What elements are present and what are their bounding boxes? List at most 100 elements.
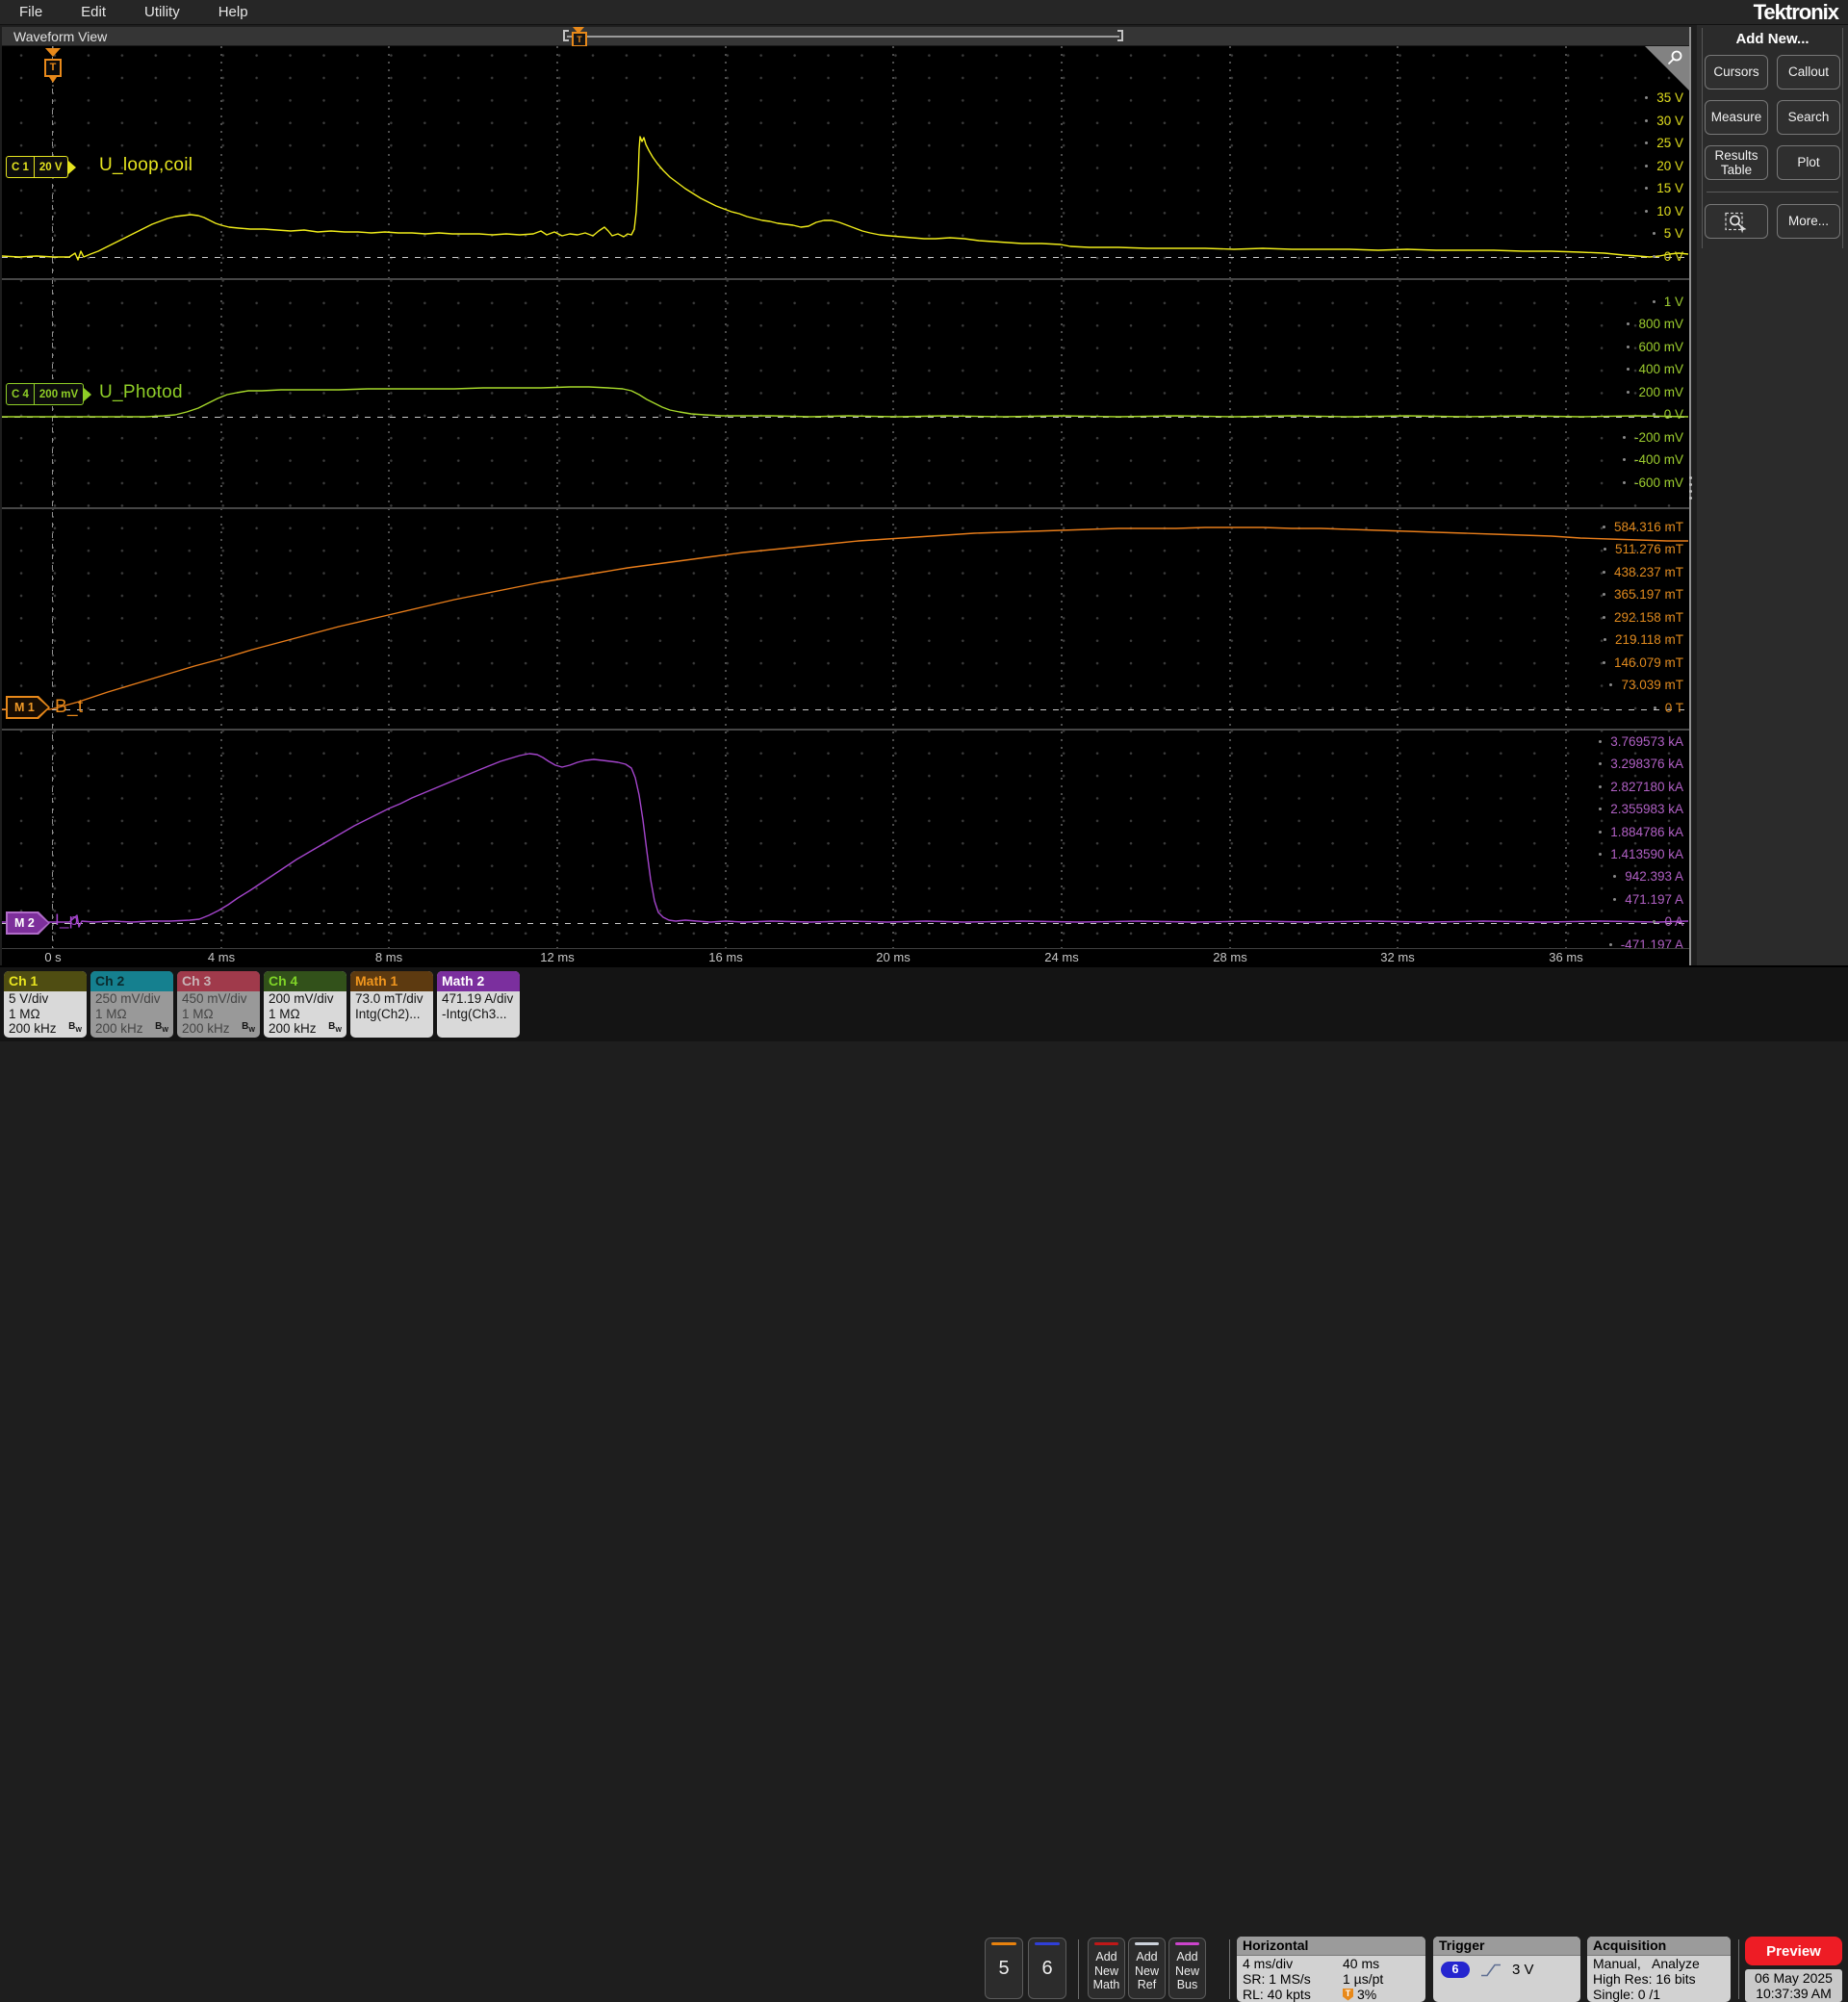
zoom-mode-button[interactable]	[1705, 204, 1768, 239]
sidebar: Add New... Cursors Callout Measure Search Re…	[1697, 25, 1848, 965]
math2-scale-label: 1.413590 kA	[1599, 847, 1683, 861]
ch4-scale-label: 1 V	[1652, 295, 1683, 309]
tick-dot	[1613, 898, 1617, 901]
scale-label-text: 471.197 A	[1625, 892, 1683, 907]
footer-separator	[1078, 1939, 1079, 1999]
tick-dot	[1627, 368, 1630, 371]
ch1-scale-label: 5 V	[1652, 226, 1683, 241]
menu-items: File Edit Utility Help	[19, 4, 248, 20]
bandwidth-limit-icon: BW	[155, 1021, 168, 1034]
scale-label-text: -400 mV	[1633, 452, 1683, 467]
c4-wave-label[interactable]: U_Photod	[99, 382, 183, 403]
scale-label-text: 30 V	[1656, 114, 1683, 128]
record-view-slider[interactable]: T	[563, 27, 1123, 47]
math2-scale-label: -471.197 A	[1608, 937, 1683, 948]
math1-scale-label: 438.237 mT	[1602, 565, 1683, 579]
scale-label-text: 35 V	[1656, 90, 1683, 105]
record-view-left-bracket	[563, 30, 569, 41]
bandwidth-limit-icon: BW	[242, 1021, 255, 1034]
add-new-bus-button[interactable]: Add New Bus	[1168, 1938, 1206, 1999]
channel-badge-c1[interactable]: C 1 20 V	[6, 156, 76, 178]
footer-badge-math1[interactable]: Math 1 73.0 mT/div Intg(Ch2)...	[350, 971, 433, 1038]
sidebar-button-measure[interactable]: Measure	[1705, 100, 1768, 135]
acq-single: Single: 0 /1	[1593, 1987, 1661, 2002]
footer-badge-math2[interactable]: Math 2 471.19 A/div -Intg(Ch3...	[437, 971, 520, 1038]
footer-badge-row: 1 MΩ	[182, 1006, 214, 1021]
footer-badge-name: Ch 3	[177, 971, 260, 991]
scale-label-text: 365.197 mT	[1613, 587, 1683, 602]
waveform-plot[interactable]: 35 V 30 V 25 V 20 V 15 V 10 V 5 V 0 V 1 V 800 mV 6…	[2, 46, 1689, 948]
math1-scale-label: 511.276 mT	[1603, 542, 1683, 556]
footer-badge-ch2[interactable]: Ch 2 250 mV/div 1 MΩ 200 kHz BW	[90, 971, 173, 1038]
scale-label-text: 3.769573 kA	[1610, 734, 1683, 749]
view-button-stripe	[1035, 1942, 1060, 1945]
sidebar-button-results-table[interactable]: Results Table	[1705, 145, 1768, 180]
datetime-display[interactable]: 06 May 2025 10:37:39 AM	[1745, 1969, 1842, 2002]
sidebar-button-cursors[interactable]: Cursors	[1705, 55, 1768, 90]
footer-badge-ch1[interactable]: Ch 15 V/div 1 MΩ 200 kHz BW	[4, 971, 87, 1038]
ch4-scale-label: 600 mV	[1627, 340, 1683, 354]
scale-label-text: 511.276 mT	[1614, 542, 1683, 556]
scale-label-text: -600 mV	[1633, 475, 1683, 490]
footer-separator	[1738, 1939, 1739, 1999]
add-new-panel: Add New... Cursors Callout Measure Search Re…	[1702, 28, 1843, 248]
acq-mode: Manual,	[1593, 1956, 1641, 1971]
preview-button[interactable]: Preview	[1745, 1937, 1842, 1965]
footer-badge-name: Math 1	[350, 971, 433, 991]
menu-edit[interactable]: Edit	[81, 4, 106, 20]
footer-badge-ch4[interactable]: Ch 4 200 mV/div 1 MΩ 200 kHz BW	[264, 971, 346, 1038]
add-new-ref-button[interactable]: Add New Ref	[1128, 1938, 1166, 1999]
scale-label-text: 146.079 mT	[1613, 655, 1683, 670]
footer-badge-row: 450 mV/div	[182, 991, 247, 1006]
c1-wave-label[interactable]: U_loop,coil	[99, 155, 192, 176]
x-axis-label: 20 ms	[876, 950, 911, 964]
tick-dot	[1645, 141, 1649, 144]
ch4-scale-label: 0 V	[1652, 407, 1683, 422]
tick-dot	[1653, 920, 1656, 923]
tick-dot	[1599, 762, 1603, 765]
footer-badge-row: 200 mV/div	[269, 991, 334, 1006]
view-button-6[interactable]: 6	[1028, 1938, 1066, 1999]
marquee-zoom-icon	[1725, 212, 1747, 234]
sidebar-button-search[interactable]: Search	[1777, 100, 1840, 135]
tick-dot	[1652, 232, 1656, 235]
tick-dot	[1603, 638, 1606, 641]
record-view-right-bracket	[1117, 30, 1123, 41]
view-button-5[interactable]: 5	[985, 1938, 1023, 1999]
math2-scale-label: 471.197 A	[1613, 892, 1683, 907]
splitter-drag-handle[interactable]	[1687, 476, 1693, 500]
scale-label-text: 292.158 mT	[1613, 610, 1683, 625]
c1-scale: 20 V	[33, 157, 67, 177]
channel-badge-c4[interactable]: C 4 200 mV	[6, 383, 92, 405]
sidebar-button-callout[interactable]: Callout	[1777, 55, 1840, 90]
tick-dot	[1622, 436, 1626, 439]
m2-wave-label[interactable]: I_p	[55, 911, 79, 930]
ch4-scale-label: -400 mV	[1622, 452, 1683, 467]
menu-file[interactable]: File	[19, 4, 42, 20]
trigger-panel[interactable]: Trigger 6 3 V	[1433, 1937, 1580, 2002]
menu-utility[interactable]: Utility	[144, 4, 180, 20]
trigger-flag-pointer	[49, 77, 57, 83]
menu-help[interactable]: Help	[218, 4, 248, 20]
m1-wave-label[interactable]: B_t	[55, 697, 83, 718]
footer-badge-ch3[interactable]: Ch 3 450 mV/div 1 MΩ 200 kHz BW	[177, 971, 260, 1038]
tick-dot	[1602, 571, 1605, 574]
trigger-flag-icon[interactable]: T	[44, 59, 62, 77]
c4-name: C 4	[12, 388, 29, 400]
add-button-label: Add New Bus	[1174, 1950, 1199, 1992]
acquisition-panel[interactable]: Acquisition Manual, Analyze High Res: 16 …	[1587, 1937, 1731, 2002]
sidebar-button-plot[interactable]: Plot	[1777, 145, 1840, 180]
footer-badge-row: 5 V/div	[9, 991, 49, 1006]
horizontal-panel[interactable]: Horizontal 4 ms/div 40 ms SR: 1 MS/s 1 µs/…	[1237, 1937, 1425, 2002]
page-title: Waveform View	[13, 29, 108, 44]
math1-scale-label: 73.039 mT	[1609, 678, 1683, 692]
footer-badge-row: -Intg(Ch3...	[442, 1006, 507, 1021]
footer-badge-row: 1 MΩ	[269, 1006, 300, 1021]
scale-label-text: 942.393 A	[1625, 869, 1683, 884]
trigger-marker-icon[interactable]: T	[572, 32, 587, 47]
add-new-math-button[interactable]: Add New Math	[1088, 1938, 1125, 1999]
more-button[interactable]: More...	[1777, 204, 1840, 239]
m2-name: M 2	[8, 913, 48, 933]
sample-rate: SR: 1 MS/s	[1243, 1971, 1311, 1987]
tick-dot	[1645, 210, 1649, 213]
